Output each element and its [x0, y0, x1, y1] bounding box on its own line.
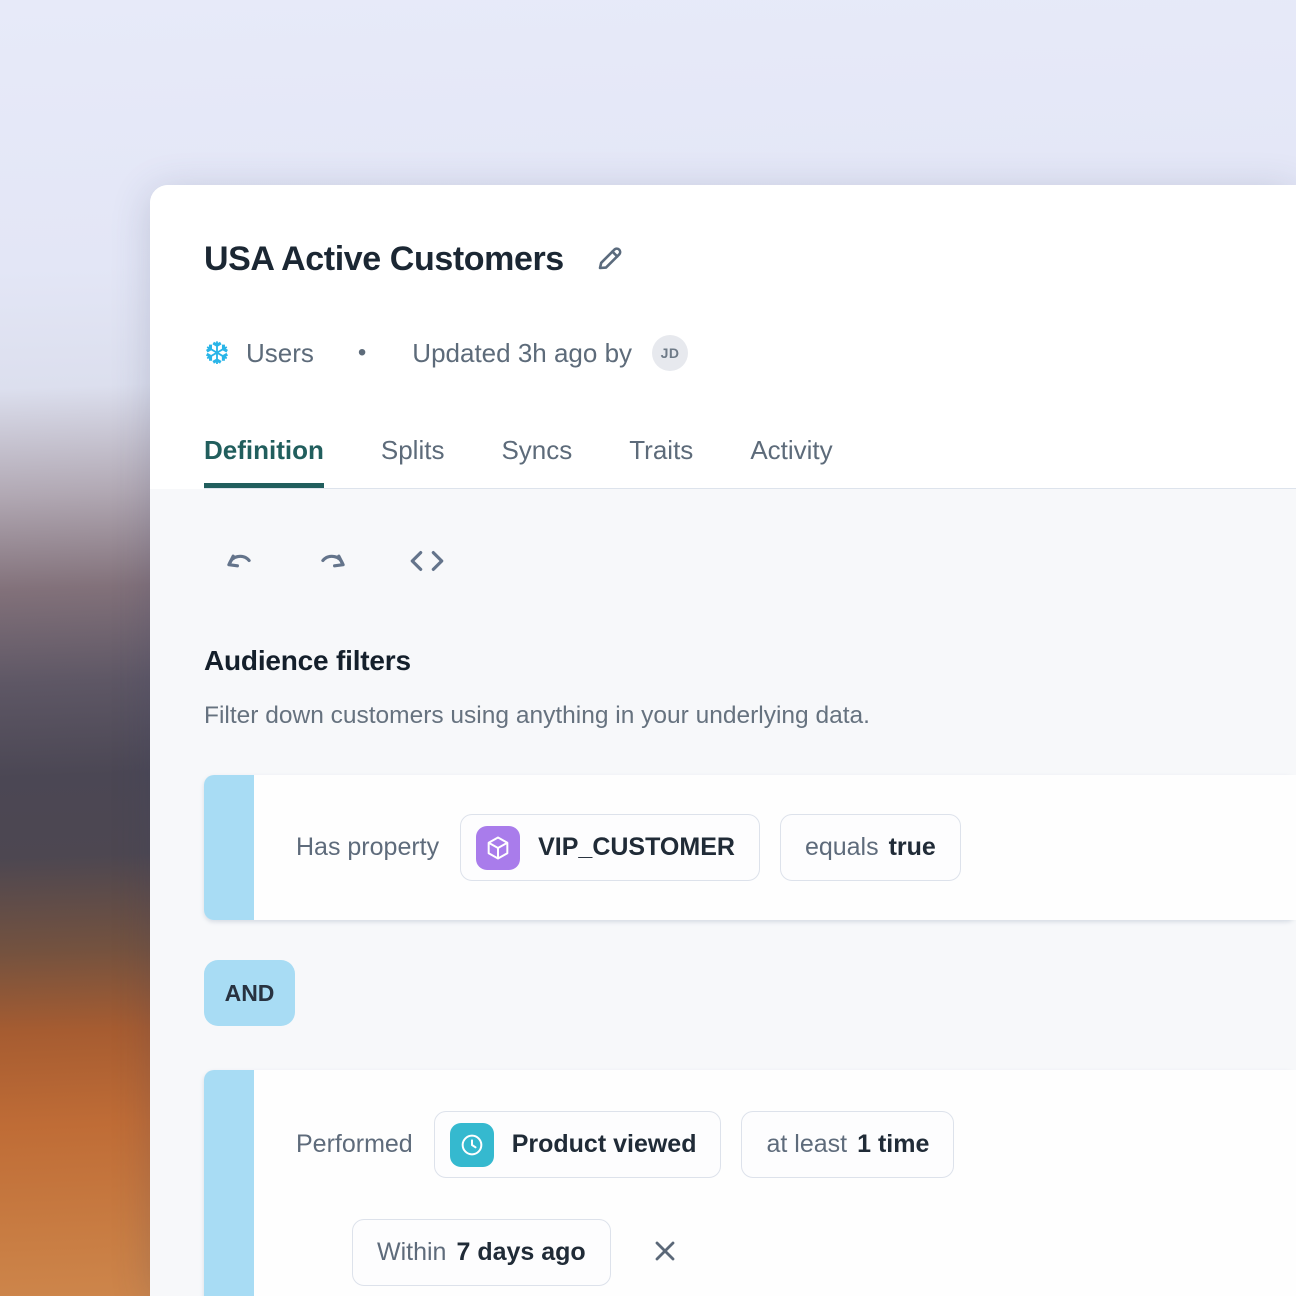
- event-name: Product viewed: [512, 1130, 697, 1159]
- source-label: Users: [246, 338, 314, 369]
- undo-icon: [222, 544, 256, 581]
- section-subheading: Filter down customers using anything in …: [204, 701, 1296, 731]
- filter-row-event: Performed Product viewed at least 1 time: [204, 1070, 1296, 1296]
- tab-bar: Definition Splits Syncs Traits Activity: [204, 435, 1296, 489]
- edit-title-button[interactable]: [590, 238, 630, 281]
- event-filter-line: Performed Product viewed at least 1 time: [296, 1111, 1296, 1178]
- meta-row: ❆ Users • Updated 3h ago by JD: [204, 333, 1296, 373]
- tab-splits[interactable]: Splits: [381, 435, 445, 488]
- filter-accent-bar[interactable]: [204, 1070, 254, 1296]
- page-title: USA Active Customers: [204, 237, 564, 281]
- redo-icon: [316, 544, 350, 581]
- condition-operator: equals: [805, 833, 879, 862]
- cube-icon: [476, 826, 520, 870]
- meta-separator-dot: •: [358, 339, 366, 367]
- undo-button[interactable]: [220, 543, 258, 581]
- tab-activity[interactable]: Activity: [750, 435, 832, 488]
- frequency-operator: at least: [766, 1130, 847, 1159]
- section-heading: Audience filters: [204, 643, 1296, 679]
- filter-accent-bar[interactable]: [204, 775, 254, 920]
- pencil-icon: [594, 242, 626, 277]
- and-operator-badge[interactable]: AND: [204, 960, 295, 1026]
- avatar[interactable]: JD: [652, 335, 688, 371]
- filter-prefix-label: Has property: [296, 833, 439, 862]
- tab-syncs[interactable]: Syncs: [501, 435, 572, 488]
- property-chip[interactable]: VIP_CUSTOMER: [460, 814, 760, 881]
- condition-value: true: [889, 833, 936, 862]
- editor-toolbar: [220, 489, 1296, 581]
- remove-condition-button[interactable]: [649, 1235, 681, 1270]
- frequency-chip[interactable]: at least 1 time: [741, 1111, 954, 1178]
- time-window-chip[interactable]: Within 7 days ago: [352, 1219, 611, 1286]
- tab-definition[interactable]: Definition: [204, 435, 324, 488]
- redo-button[interactable]: [314, 543, 352, 581]
- updated-text: Updated 3h ago by: [412, 338, 632, 369]
- time-window-value: 7 days ago: [456, 1238, 585, 1267]
- clock-icon: [450, 1123, 494, 1167]
- filter-prefix-label: Performed: [296, 1130, 413, 1159]
- title-row: USA Active Customers: [204, 237, 1296, 281]
- panel-header: USA Active Customers ❆ Users • Updated 3…: [150, 185, 1296, 489]
- code-view-button[interactable]: [408, 543, 446, 581]
- frequency-value: 1 time: [857, 1130, 929, 1159]
- definition-body: Audience filters Filter down customers u…: [150, 489, 1296, 1296]
- tab-traits[interactable]: Traits: [629, 435, 693, 488]
- filter-row-content: Has property VIP_CUSTOMER equals true: [254, 775, 1296, 920]
- snowflake-source-icon: ❆: [204, 338, 230, 369]
- code-icon: [407, 544, 447, 581]
- time-window-operator: Within: [377, 1238, 446, 1267]
- filter-row-property: Has property VIP_CUSTOMER equals true: [204, 775, 1296, 920]
- filter-row-content: Performed Product viewed at least 1 time: [254, 1070, 1296, 1296]
- event-chip[interactable]: Product viewed: [434, 1111, 722, 1178]
- close-icon: [649, 1235, 681, 1270]
- property-name: VIP_CUSTOMER: [538, 833, 735, 862]
- condition-chip[interactable]: equals true: [780, 814, 961, 881]
- audience-panel: USA Active Customers ❆ Users • Updated 3…: [150, 185, 1296, 1296]
- time-window-line: Within 7 days ago: [352, 1219, 1296, 1286]
